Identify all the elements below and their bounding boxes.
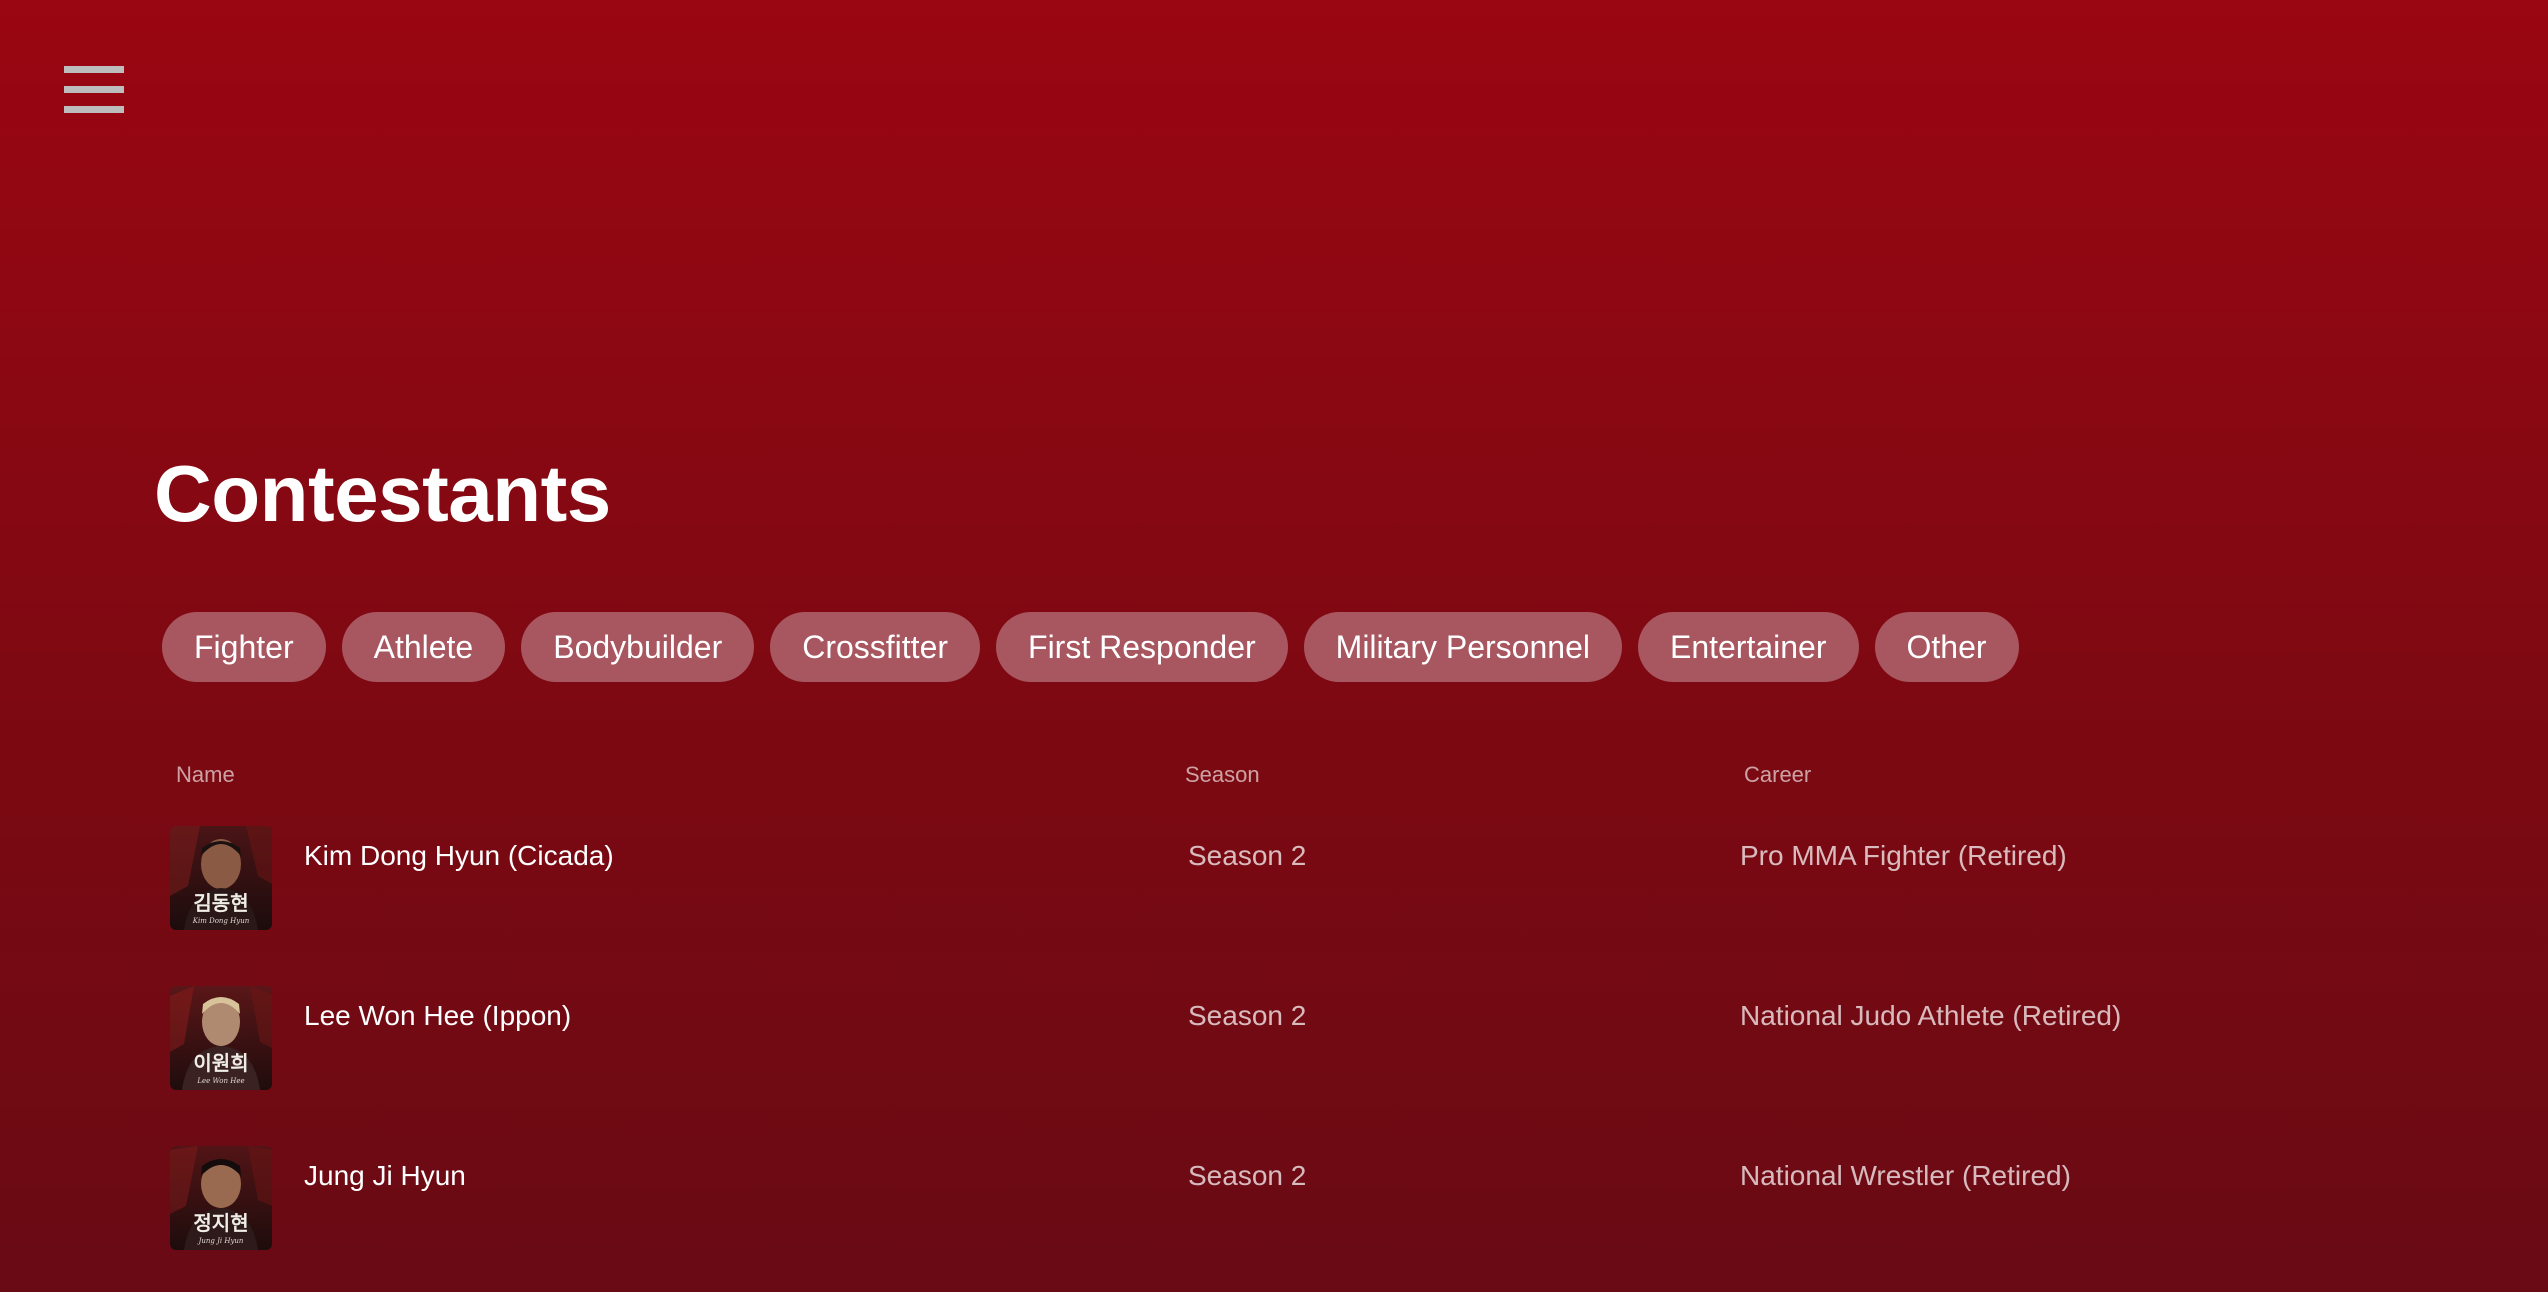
filter-chip-other[interactable]: Other [1874, 612, 2019, 682]
contestant-career: National Wrestler (Retired) [1740, 1160, 2071, 1191]
contestant-season: Season 2 [1188, 1160, 1307, 1191]
contestant-season: Season 2 [1188, 1000, 1307, 1031]
filter-chip-bodybuilder[interactable]: Bodybuilder [521, 612, 755, 682]
thumbnail-hangul-text: 김동현 [193, 891, 248, 915]
menu-bar [64, 66, 124, 73]
thumbnail-hangul-text: 이원희 [193, 1051, 248, 1075]
filter-chip-first-responder[interactable]: First Responder [996, 612, 1288, 682]
contestant-career: Pro MMA Fighter (Retired) [1740, 840, 2067, 871]
column-header-name[interactable]: Name [176, 762, 235, 788]
contestant-career: National Judo Athlete (Retired) [1740, 1000, 2122, 1031]
hamburger-menu-icon[interactable] [64, 66, 124, 114]
filter-chip-military-personnel[interactable]: Military Personnel [1303, 612, 1622, 682]
column-header-career[interactable]: Career [1744, 762, 1811, 788]
contestant-name: Kim Dong Hyun (Cicada) [304, 840, 614, 871]
contestant-portrait-image: 김동현 Kim Dong Hyun [170, 826, 272, 930]
thumbnail-caption: Jung Ji Hyun [197, 1237, 244, 1245]
contestant-name: Jung Ji Hyun [304, 1160, 466, 1191]
menu-bar [64, 86, 124, 93]
page-title: Contestants [154, 449, 611, 538]
filter-chips: Fighter Athlete Bodybuilder Crossfitter … [162, 612, 2019, 682]
table-row[interactable]: 이원희 Lee Won Hee Lee Won Hee (Ippon) Seas… [0, 986, 2548, 1096]
menu-bar [64, 106, 124, 113]
filter-chip-crossfitter[interactable]: Crossfitter [770, 612, 981, 682]
column-header-season[interactable]: Season [1185, 762, 1260, 788]
contestant-thumbnail: 이원희 Lee Won Hee [170, 986, 272, 1090]
filter-chip-entertainer[interactable]: Entertainer [1637, 612, 1859, 682]
table-row[interactable]: 정지현 Jung Ji Hyun Jung Ji Hyun Season 2 N… [0, 1146, 2548, 1256]
contestant-season: Season 2 [1188, 840, 1307, 871]
thumbnail-hangul-text: 정지현 [193, 1211, 248, 1235]
filter-chip-fighter[interactable]: Fighter [162, 612, 326, 682]
filter-chip-athlete[interactable]: Athlete [341, 612, 506, 682]
contestant-thumbnail: 정지현 Jung Ji Hyun [170, 1146, 272, 1250]
contestant-portrait-image: 정지현 Jung Ji Hyun [170, 1146, 272, 1250]
contestant-name: Lee Won Hee (Ippon) [304, 1000, 572, 1031]
thumbnail-caption: Kim Dong Hyun [192, 917, 250, 925]
contestant-portrait-image: 이원희 Lee Won Hee [170, 986, 272, 1090]
thumbnail-caption: Lee Won Hee [196, 1077, 244, 1085]
contestant-thumbnail: 김동현 Kim Dong Hyun [170, 826, 272, 930]
table-row[interactable]: 김동현 Kim Dong Hyun Kim Dong Hyun (Cicada)… [0, 826, 2548, 936]
